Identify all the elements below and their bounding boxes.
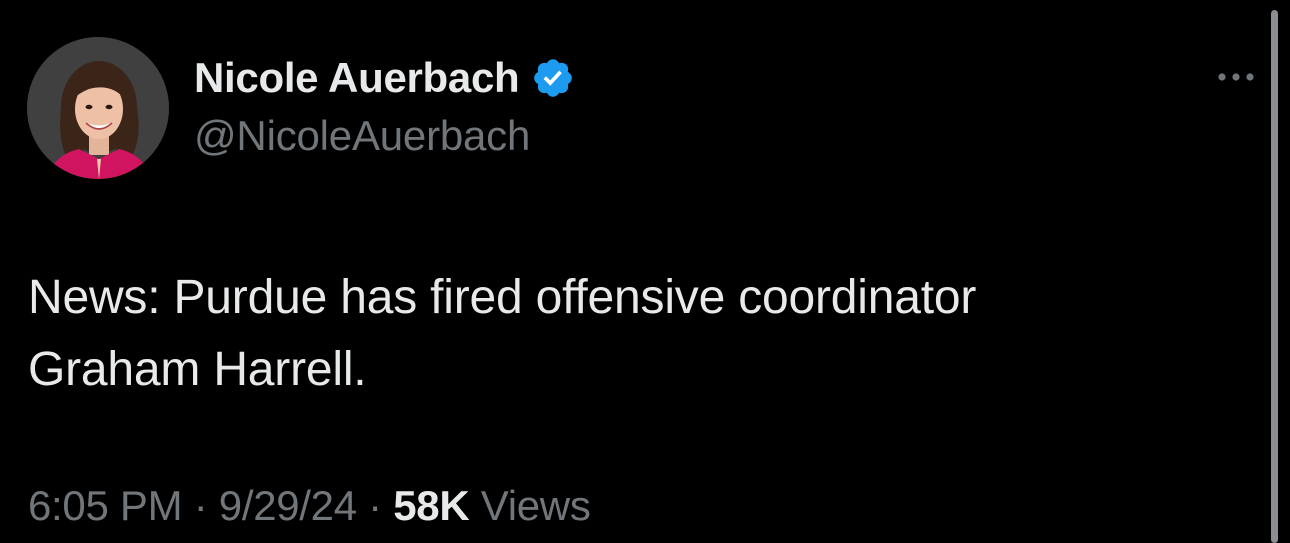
meta-separator: · [356,482,394,529]
avatar-image [27,37,169,179]
tweet-meta: 6:05 PM · 9/29/24 · 58K Views [28,482,591,530]
author-display-name[interactable]: Nicole Auerbach [194,54,520,102]
author-avatar[interactable] [27,37,169,179]
author-handle[interactable]: @NicoleAuerbach [194,112,530,160]
meta-separator: · [182,482,219,529]
more-options-icon [1218,73,1254,81]
more-options-button[interactable] [1212,62,1260,92]
tweet-text-line: News: Purdue has fired offensive coordin… [28,271,977,324]
tweet-card: Nicole Auerbach @NicoleAuerbach News: Pu… [0,0,1290,543]
scrollbar[interactable] [1271,10,1278,543]
tweet-text-line: Graham Harrell. [28,343,367,396]
tweet-time[interactable]: 6:05 PM [28,482,183,529]
tweet-date[interactable]: 9/29/24 [219,482,357,529]
tweet-text: News: Purdue has fired offensive coordin… [28,262,1228,406]
verified-badge-icon[interactable] [531,56,575,100]
views-count: 58K [393,482,470,529]
views-label: Views [480,482,591,529]
author-name-row: Nicole Auerbach [194,52,575,104]
